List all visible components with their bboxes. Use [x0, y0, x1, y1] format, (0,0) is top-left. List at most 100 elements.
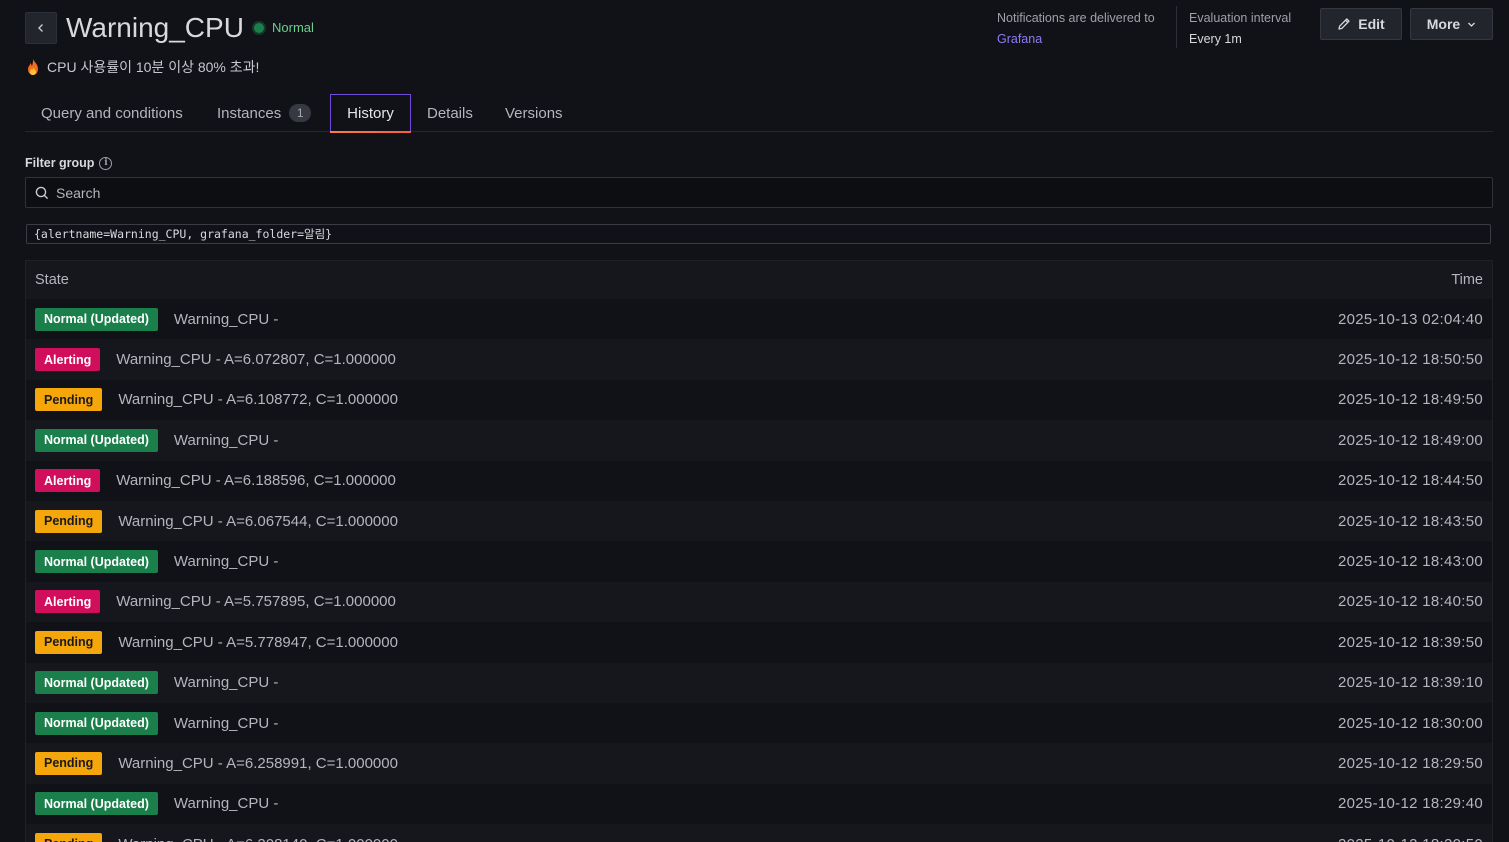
row-state-cell: Pending Warning_CPU - A=6.067544, C=1.000…	[35, 509, 398, 533]
row-labels-values: Warning_CPU - A=6.108772, C=1.000000	[118, 391, 398, 409]
row-timestamp: 2025-10-12 18:40:50	[1338, 593, 1483, 611]
state-badge: Normal (Updated)	[35, 792, 158, 816]
row-timestamp: 2025-10-12 18:49:50	[1338, 391, 1483, 409]
row-state-cell: Pending Warning_CPU - A=6.258991, C=1.000…	[35, 751, 398, 775]
rule-state-indicator: Normal	[254, 19, 314, 37]
row-timestamp: 2025-10-12 18:43:50	[1338, 512, 1483, 530]
contact-point-link[interactable]: Grafana	[997, 29, 1155, 49]
table-row[interactable]: Pending Warning_CPU - A=6.208140, C=1.000…	[26, 824, 1492, 842]
row-state-cell: Normal (Updated) Warning_CPU -	[35, 550, 279, 574]
table-row[interactable]: Alerting Warning_CPU - A=5.757895, C=1.00…	[26, 581, 1492, 623]
state-badge: Pending	[35, 751, 103, 775]
table-row[interactable]: Pending Warning_CPU - A=6.258991, C=1.000…	[26, 743, 1492, 784]
table-body: Normal (Updated) Warning_CPU - 2025-10-13 …	[26, 299, 1492, 842]
row-timestamp: 2025-10-12 18:20:50	[1338, 836, 1483, 842]
state-badge: Pending	[35, 832, 103, 842]
state-badge: Normal (Updated)	[35, 711, 158, 735]
state-dot-icon	[254, 23, 264, 33]
tab-query-and-conditions[interactable]: Query and conditions	[41, 94, 183, 132]
filter-group-label: Filter group i	[25, 156, 113, 170]
row-timestamp: 2025-10-12 18:39:10	[1338, 674, 1483, 692]
table-row[interactable]: Normal (Updated) Warning_CPU - 2025-10-12 …	[26, 541, 1492, 582]
state-badge: Alerting	[35, 348, 101, 372]
row-labels-values: Warning_CPU - A=5.757895, C=1.000000	[116, 593, 396, 611]
row-state-cell: Alerting Warning_CPU - A=5.757895, C=1.00…	[35, 590, 396, 614]
tab-label: Versions	[505, 104, 563, 122]
alert-rule-page: Warning_CPU Normal CPU 사용률이 10분 이상 80% 초…	[0, 0, 1509, 842]
table-row[interactable]: Pending Warning_CPU - A=6.067544, C=1.000…	[26, 500, 1492, 542]
row-state-cell: Pending Warning_CPU - A=6.108772, C=1.000…	[35, 388, 398, 412]
table-row[interactable]: Normal (Updated) Warning_CPU - 2025-10-13 …	[26, 299, 1492, 340]
row-timestamp: 2025-10-12 18:44:50	[1338, 472, 1483, 490]
page-title: Warning_CPU	[66, 12, 244, 43]
row-labels-values: Warning_CPU - A=6.072807, C=1.000000	[116, 351, 396, 369]
row-state-cell: Normal (Updated) Warning_CPU -	[35, 792, 279, 816]
state-badge: Normal (Updated)	[35, 428, 158, 452]
row-labels-values: Warning_CPU -	[173, 431, 279, 449]
back-button[interactable]	[25, 12, 57, 44]
state-badge: Alerting	[35, 590, 101, 614]
row-labels-values: Warning_CPU - A=6.258991, C=1.000000	[118, 754, 398, 772]
table-row[interactable]: Alerting Warning_CPU - A=6.188596, C=1.00…	[26, 460, 1492, 501]
instances-count-badge: 1	[289, 104, 312, 122]
notification-info: Notifications are delivered to Grafana	[997, 8, 1155, 49]
table-header: State Time	[26, 261, 1492, 299]
tab-instances[interactable]: Instances 1	[217, 94, 312, 132]
state-badge: Pending	[35, 630, 103, 654]
column-header-time: Time	[1451, 272, 1483, 288]
table-row[interactable]: Normal (Updated) Warning_CPU - 2025-10-12 …	[26, 783, 1492, 825]
table-row[interactable]: Alerting Warning_CPU - A=6.072807, C=1.00…	[26, 339, 1492, 380]
column-header-state: State	[35, 272, 69, 288]
table-row[interactable]: Pending Warning_CPU - A=5.778947, C=1.000…	[26, 622, 1492, 663]
rule-summary: CPU 사용률이 10분 이상 80% 초과!	[25, 57, 259, 77]
notifications-label: Notifications are delivered to	[997, 11, 1155, 25]
search-input[interactable]	[56, 184, 1456, 201]
chevron-left-icon	[38, 24, 43, 32]
row-state-cell: Pending Warning_CPU - A=5.778947, C=1.000…	[35, 630, 398, 654]
info-icon[interactable]: i	[99, 156, 113, 170]
row-timestamp: 2025-10-12 18:50:50	[1338, 351, 1483, 369]
evaluation-info: Evaluation interval Every 1m	[1189, 8, 1291, 49]
state-history-table: State Time Normal (Updated) Warning_CPU -…	[25, 260, 1493, 842]
state-badge: Alerting	[35, 469, 101, 493]
rule-tabs: Query and conditions Instances 1 History…	[25, 94, 1493, 133]
tab-history[interactable]: History	[330, 94, 411, 133]
filter-group-text: Filter group	[25, 156, 95, 170]
filter-search-field[interactable]	[25, 177, 1493, 208]
edit-button[interactable]: Edit	[1320, 8, 1402, 40]
row-labels-values: Warning_CPU - A=6.067544, C=1.000000	[118, 512, 398, 530]
row-timestamp: 2025-10-12 18:43:00	[1338, 553, 1483, 571]
state-badge: Normal (Updated)	[35, 671, 158, 695]
tab-label: Query and conditions	[41, 104, 183, 122]
row-timestamp: 2025-10-12 18:39:50	[1338, 633, 1483, 651]
state-badge: Normal (Updated)	[35, 550, 158, 574]
rule-state-label: Normal	[272, 20, 314, 35]
table-row[interactable]: Pending Warning_CPU - A=6.108772, C=1.000…	[26, 379, 1492, 421]
state-badge: Pending	[35, 388, 103, 412]
table-row[interactable]: Normal (Updated) Warning_CPU - 2025-10-12 …	[26, 420, 1492, 461]
row-timestamp: 2025-10-12 18:30:00	[1338, 714, 1483, 732]
more-button-label: More	[1426, 16, 1461, 32]
row-state-cell: Normal (Updated) Warning_CPU -	[35, 711, 278, 735]
row-state-cell: Normal (Updated) Warning_CPU -	[35, 428, 279, 452]
rule-summary-text: CPU 사용률이 10분 이상 80% 초과!	[47, 59, 260, 75]
edit-button-label: Edit	[1358, 16, 1385, 32]
row-timestamp: 2025-10-13 02:04:40	[1338, 310, 1483, 328]
table-row[interactable]: Normal (Updated) Warning_CPU - 2025-10-12 …	[26, 702, 1492, 744]
row-state-cell: Alerting Warning_CPU - A=6.188596, C=1.00…	[35, 469, 396, 493]
row-timestamp: 2025-10-12 18:29:50	[1338, 754, 1483, 772]
row-labels-values: Warning_CPU -	[173, 310, 279, 328]
evaluation-label: Evaluation interval	[1189, 11, 1292, 25]
table-row[interactable]: Normal (Updated) Warning_CPU - 2025-10-12 …	[26, 662, 1492, 703]
tab-label: Instances	[217, 104, 282, 122]
row-labels-values: Warning_CPU - A=6.208140, C=1.000000	[118, 836, 398, 842]
row-labels-values: Warning_CPU -	[173, 553, 279, 571]
row-labels-values: Warning_CPU -	[173, 795, 279, 813]
tab-details[interactable]: Details	[427, 94, 473, 132]
row-state-cell: Normal (Updated) Warning_CPU -	[35, 671, 278, 695]
tab-versions[interactable]: Versions	[505, 94, 563, 132]
row-timestamp: 2025-10-12 18:29:40	[1338, 795, 1483, 813]
common-labels: {alertname=Warning_CPU, grafana_folder=알…	[26, 224, 1491, 244]
row-labels-values: Warning_CPU - A=5.778947, C=1.000000	[118, 633, 398, 651]
more-button[interactable]: More	[1410, 8, 1493, 40]
